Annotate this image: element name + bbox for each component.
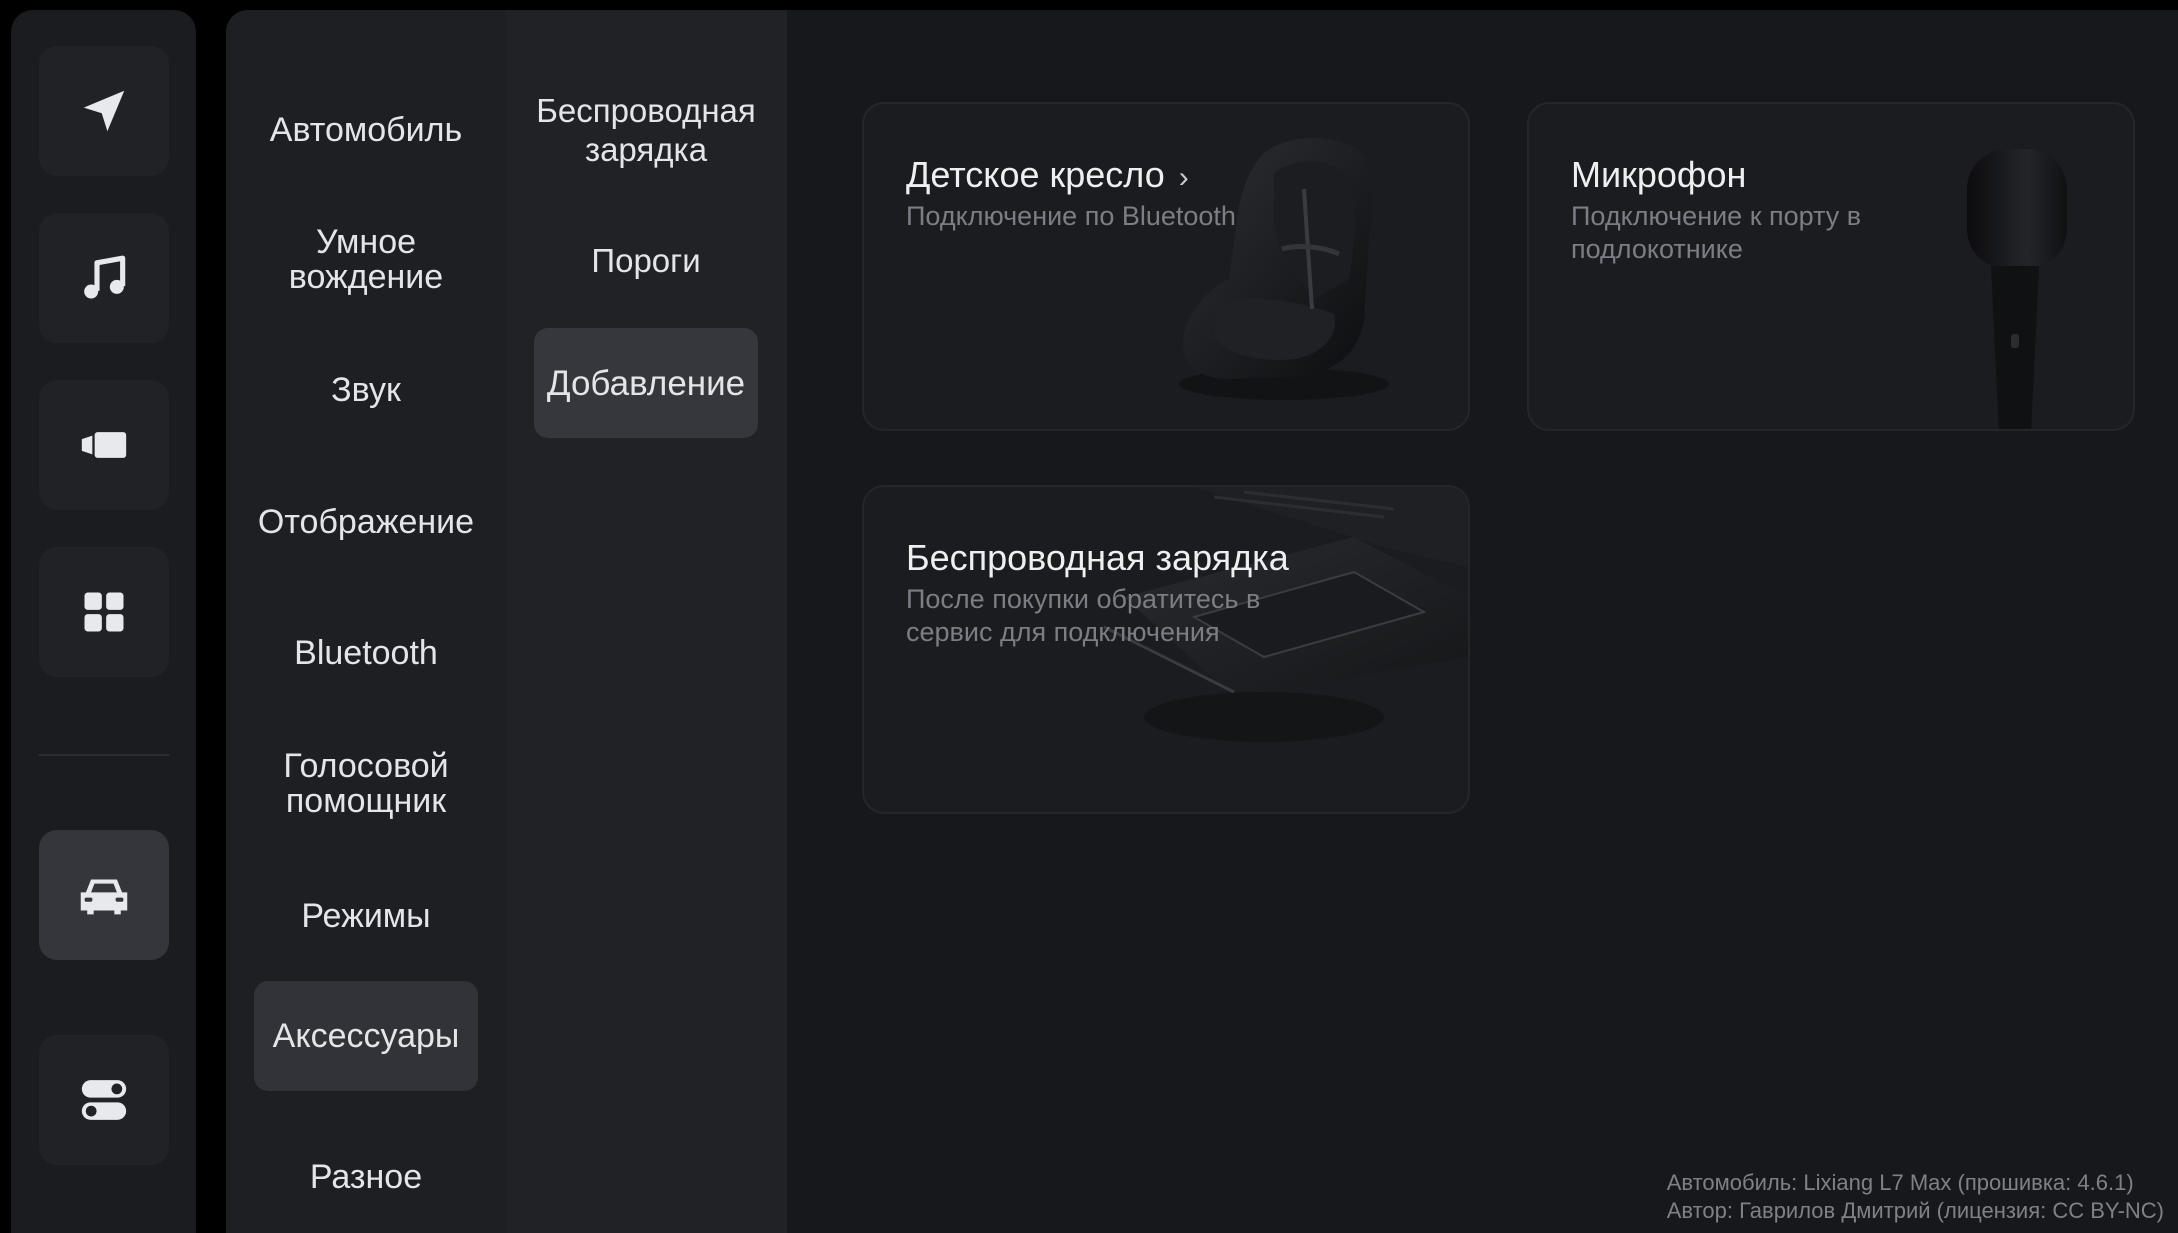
subcategory-thresholds[interactable]: Пороги [534, 210, 758, 310]
card-title: Детское кресло › [906, 154, 1189, 195]
video-button[interactable] [39, 380, 169, 510]
rail-divider [39, 754, 169, 756]
subcategory-label: Беспроводная зарядка [536, 92, 756, 168]
category-label: Аксессуары [272, 1016, 460, 1055]
music-button[interactable] [39, 213, 169, 343]
footer-line-vehicle: Автомобиль: Lixiang L7 Max (прошивка: 4.… [1666, 1170, 2134, 1195]
toggles-icon [76, 1072, 132, 1128]
subcategory-label: Добавление [546, 363, 746, 403]
category-accessories[interactable]: Аксессуары [254, 981, 478, 1091]
category-bluetooth[interactable]: Bluetooth [254, 603, 478, 703]
category-display[interactable]: Отображение [254, 472, 478, 572]
app-rail [11, 10, 196, 1233]
navigation-button[interactable] [39, 46, 169, 176]
category-label: Звук [331, 370, 401, 409]
accessories-content: Детское кресло › Подключение по Bluetooth… [787, 10, 2178, 1233]
category-label: Отображение [257, 502, 475, 541]
child-seat-image [1179, 137, 1389, 400]
subcategory-wireless-charging[interactable]: Беспроводная зарядка [534, 80, 758, 180]
microphone-image [1967, 149, 2067, 429]
video-camera-icon [76, 417, 132, 473]
category-label: Режимы [301, 896, 431, 935]
card-title: Беспроводная зарядка [906, 537, 1289, 578]
category-misc[interactable]: Разное [254, 1127, 478, 1227]
category-car[interactable]: Автомобиль [254, 80, 478, 180]
apps-button[interactable] [39, 547, 169, 677]
subcategory-add[interactable]: Добавление [534, 328, 758, 438]
controls-button[interactable] [39, 1035, 169, 1165]
card-title: Микрофон [1571, 154, 1747, 195]
category-label: Автомобиль [269, 110, 463, 149]
category-voice-assistant[interactable]: Голосовой помощник [254, 734, 478, 834]
category-modes[interactable]: Режимы [254, 866, 478, 966]
accessory-card-microphone[interactable]: Микрофон Подключение к порту в подлокотн… [1527, 102, 2135, 431]
category-sound[interactable]: Звук [254, 340, 478, 440]
settings-category-list: Автомобиль Умное вождение Звук Отображен… [226, 10, 506, 1233]
chevron-right-icon: › [1178, 161, 1189, 194]
category-smart-driving[interactable]: Умное вождение [254, 210, 478, 310]
accessory-card-wireless-charging[interactable]: Беспроводная зарядка После покупки обрат… [862, 485, 1470, 814]
card-description: Подключение к порту в подлокотнике [1571, 201, 1862, 264]
category-label: Голосовой помощник [283, 747, 449, 820]
music-note-icon [76, 250, 132, 306]
card-description: После покупки обратитесь в сервис для по… [906, 584, 1261, 647]
attribution-footer: Автомобиль: Lixiang L7 Max (прошивка: 4.… [1667, 1169, 2164, 1225]
car-icon [73, 864, 135, 926]
apps-grid-icon [78, 586, 130, 638]
footer-line-author: Автор: Гаврилов Дмитрий (лицензия: CC BY… [1666, 1198, 2164, 1223]
car-button[interactable] [39, 830, 169, 960]
category-label: Умное вождение [288, 223, 444, 296]
accessories-subcategory-list: Беспроводная зарядка Пороги Добавление [506, 10, 787, 1233]
subcategory-label: Пороги [591, 241, 701, 279]
settings-screen: Автомобиль Умное вождение Звук Отображен… [0, 0, 2178, 1233]
accessory-card-child-seat[interactable]: Детское кресло › Подключение по Bluetooth [862, 102, 1470, 431]
category-label: Bluetooth [294, 633, 438, 672]
category-label: Разное [309, 1157, 423, 1196]
card-description: Подключение по Bluetooth [906, 201, 1236, 231]
navigation-icon [77, 84, 131, 138]
